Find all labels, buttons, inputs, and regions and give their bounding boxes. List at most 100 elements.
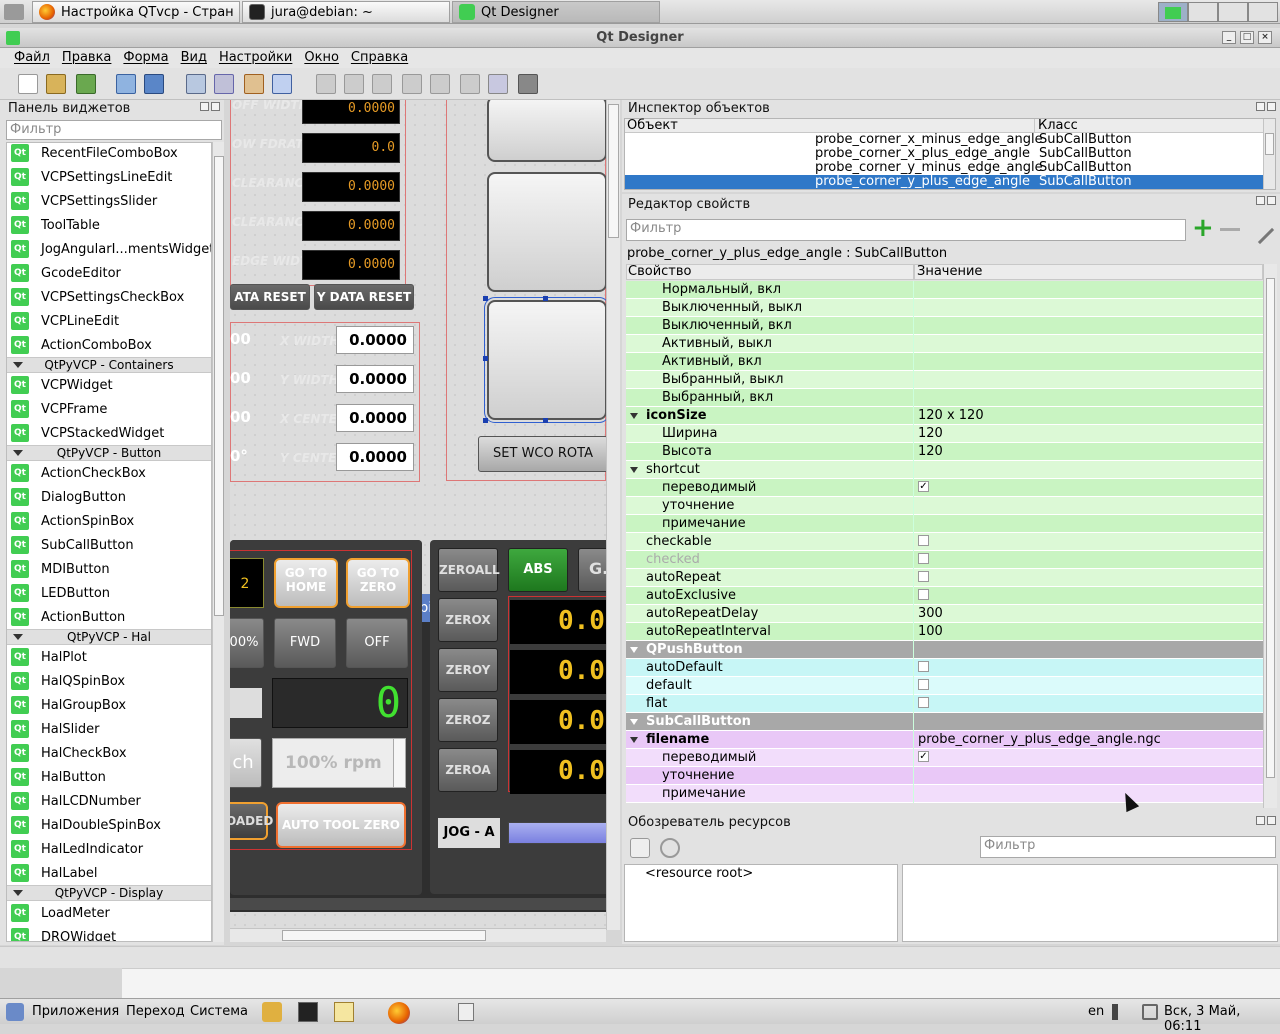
widget-category[interactable]: QtPyVCP - Containers xyxy=(7,357,211,373)
reload-icon[interactable] xyxy=(660,838,680,858)
expand-arrow-icon[interactable] xyxy=(630,737,638,743)
property-row[interactable]: checked xyxy=(626,551,1263,569)
property-value-cell[interactable] xyxy=(916,641,1263,659)
object-tree-row[interactable]: probe_corner_x_plus_edge_angle SubCallBut… xyxy=(625,147,1263,161)
scrollbar-thumb[interactable] xyxy=(282,930,486,941)
checkbox-icon[interactable] xyxy=(918,571,929,582)
property-row[interactable]: autoRepeat xyxy=(626,569,1263,587)
checkbox-icon[interactable] xyxy=(918,679,929,690)
checkbox-icon[interactable] xyxy=(918,697,929,708)
save-form-icon[interactable] xyxy=(76,74,96,94)
property-scrollbar[interactable] xyxy=(1263,264,1277,808)
result-value-field[interactable]: 0.0000 xyxy=(336,404,414,432)
property-value-cell[interactable]: ✓ xyxy=(916,479,1263,497)
layout-grid-icon[interactable] xyxy=(430,74,450,94)
float-icon[interactable] xyxy=(200,102,209,111)
keyboard-layout[interactable]: en xyxy=(1088,1004,1104,1019)
widget-list-item[interactable]: Qt SubCallButton xyxy=(7,533,211,557)
widget-filter-input[interactable]: Фильтр xyxy=(6,120,222,140)
menu-form[interactable]: Форма xyxy=(117,48,174,68)
property-row[interactable]: Выбранный, выкл xyxy=(626,371,1263,389)
property-row[interactable]: autoDefault xyxy=(626,659,1263,677)
scrollbar-thumb[interactable] xyxy=(608,104,619,238)
property-value-cell[interactable] xyxy=(916,677,1263,695)
property-row[interactable]: Выключенный, вкл xyxy=(626,317,1263,335)
property-row[interactable]: уточнение xyxy=(626,497,1263,515)
network-icon[interactable] xyxy=(1142,1004,1158,1020)
workspace-switcher[interactable] xyxy=(1158,2,1278,22)
widget-list-item[interactable]: Qt VCPSettingsSlider xyxy=(7,189,211,213)
rpm-spin[interactable] xyxy=(393,739,405,787)
layout-horizontal-icon[interactable] xyxy=(316,74,336,94)
abs-button[interactable]: ABS xyxy=(508,548,568,592)
edit-buddies-icon[interactable] xyxy=(244,74,264,94)
property-filter-input[interactable]: Фильтр xyxy=(626,219,1186,241)
property-value-cell[interactable] xyxy=(916,533,1263,551)
zero-axis-button[interactable]: ZEROX xyxy=(438,598,498,642)
property-value-cell[interactable] xyxy=(916,551,1263,569)
property-row[interactable]: autoRepeatDelay 300 xyxy=(626,605,1263,623)
edit-tab-order-icon[interactable] xyxy=(272,74,292,94)
adjust-size-icon[interactable] xyxy=(518,74,538,94)
probe-button-1[interactable] xyxy=(487,100,606,162)
widget-list-item[interactable]: Qt HalGroupBox xyxy=(7,693,211,717)
system-menu[interactable]: Система xyxy=(190,1004,248,1019)
widget-list-item[interactable]: Qt ActionButton xyxy=(7,605,211,629)
workspace-2[interactable] xyxy=(1188,2,1218,22)
scrollbar-thumb[interactable] xyxy=(214,156,224,616)
object-column-header[interactable]: Объект xyxy=(625,119,1035,133)
property-row[interactable]: Высота 120 xyxy=(626,443,1263,461)
object-tree-row[interactable]: probe_corner_y_plus_edge_angle SubCallBut… xyxy=(625,175,1263,189)
float-icon[interactable] xyxy=(1256,102,1265,111)
property-value-cell[interactable]: 120 xyxy=(916,443,1263,461)
menu-help[interactable]: Справка xyxy=(345,48,414,68)
widget-list-item[interactable]: Qt HalCheckBox xyxy=(7,741,211,765)
show-desktop-icon[interactable] xyxy=(458,1003,474,1021)
open-form-icon[interactable] xyxy=(46,74,66,94)
property-value-cell[interactable] xyxy=(916,515,1263,533)
widget-list-item[interactable]: Qt HalButton xyxy=(7,765,211,789)
close-icon[interactable]: × xyxy=(1258,31,1272,44)
widget-list-item[interactable]: Qt ActionSpinBox xyxy=(7,509,211,533)
widget-list-item[interactable]: Qt VCPStackedWidget xyxy=(7,421,211,445)
expand-arrow-icon[interactable] xyxy=(630,413,638,419)
close-icon[interactable] xyxy=(1267,196,1276,205)
property-row[interactable]: примечание xyxy=(626,515,1263,533)
zeroall-button[interactable]: ZEROALL xyxy=(438,548,500,592)
property-row[interactable]: Выключенный, выкл xyxy=(626,299,1263,317)
zero-axis-button[interactable]: ZEROZ xyxy=(438,698,498,742)
property-row[interactable]: переводимый ✓ xyxy=(626,479,1263,497)
property-value-cell[interactable]: probe_corner_y_plus_edge_angle.ngc xyxy=(916,731,1263,749)
applications-icon[interactable] xyxy=(6,1003,24,1021)
expand-arrow-icon[interactable] xyxy=(630,467,638,473)
dro-setting-field[interactable]: 0.0000 xyxy=(302,250,400,280)
property-row[interactable]: flat xyxy=(626,695,1263,713)
property-value-cell[interactable] xyxy=(916,785,1263,803)
applications-menu[interactable]: Приложения xyxy=(32,1004,119,1019)
result-value-field[interactable]: 0.0000 xyxy=(336,326,414,354)
float-icon[interactable] xyxy=(1256,196,1265,205)
property-row[interactable]: autoExclusive xyxy=(626,587,1263,605)
widget-list-item[interactable]: Qt ActionCheckBox xyxy=(7,461,211,485)
property-row[interactable]: autoRepeatInterval 100 xyxy=(626,623,1263,641)
property-value-cell[interactable] xyxy=(916,299,1263,317)
taskbar-tab-terminal[interactable]: jura@debian: ~ xyxy=(242,1,450,23)
widget-list-item[interactable]: Qt VCPWidget xyxy=(7,373,211,397)
maximize-icon[interactable]: □ xyxy=(1240,31,1254,44)
checkbox-icon[interactable] xyxy=(918,553,929,564)
property-value-cell[interactable]: 100 xyxy=(916,623,1263,641)
layout-form-icon[interactable] xyxy=(460,74,480,94)
close-icon[interactable] xyxy=(211,102,220,111)
property-value-cell[interactable] xyxy=(916,569,1263,587)
property-row[interactable]: Выбранный, вкл xyxy=(626,389,1263,407)
property-row[interactable]: checkable xyxy=(626,533,1263,551)
dro-setting-field[interactable]: 0.0000 xyxy=(302,211,400,241)
workspace-4[interactable] xyxy=(1248,2,1278,22)
g-button[interactable]: G. xyxy=(578,548,606,592)
property-value-cell[interactable]: ✓ xyxy=(916,749,1263,767)
go-to-zero-button[interactable]: GO TO ZERO xyxy=(346,558,410,608)
widget-list-item[interactable]: Qt LEDButton xyxy=(7,581,211,605)
qt-designer-launcher-icon[interactable] xyxy=(262,1002,282,1022)
property-row[interactable]: default xyxy=(626,677,1263,695)
clock[interactable]: Вск, 3 Май, 06:11 xyxy=(1164,1004,1280,1034)
